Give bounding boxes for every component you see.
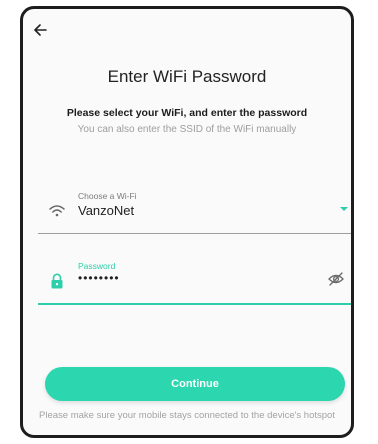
password-field[interactable]: Password •••••••• <box>38 257 351 305</box>
password-field-value: •••••••• <box>78 271 120 285</box>
hotspot-footnote: Please make sure your mobile stays conne… <box>39 410 335 421</box>
instruction-text: Please select your WiFi, and enter the p… <box>66 107 308 119</box>
wifi-field-label: Choose a Wi-Fi <box>78 191 137 201</box>
back-button[interactable] <box>33 23 57 43</box>
wifi-select[interactable]: Choose a Wi-Fi VanzoNet <box>38 187 351 234</box>
password-field-label: Password <box>78 261 116 271</box>
instruction-hint: You can also enter the SSID of the WiFi … <box>77 124 297 135</box>
chevron-down-icon[interactable] <box>340 207 348 211</box>
wifi-icon <box>48 202 66 220</box>
eye-off-icon[interactable] <box>326 269 346 289</box>
lock-icon <box>48 272 66 290</box>
phone-screen: Enter WiFi Password Please select your W… <box>20 6 354 438</box>
arrow-left-icon <box>34 24 47 36</box>
continue-button[interactable]: Continue <box>45 367 345 401</box>
page-title: Enter WiFi Password <box>107 67 267 86</box>
wifi-field-value: VanzoNet <box>78 203 135 218</box>
